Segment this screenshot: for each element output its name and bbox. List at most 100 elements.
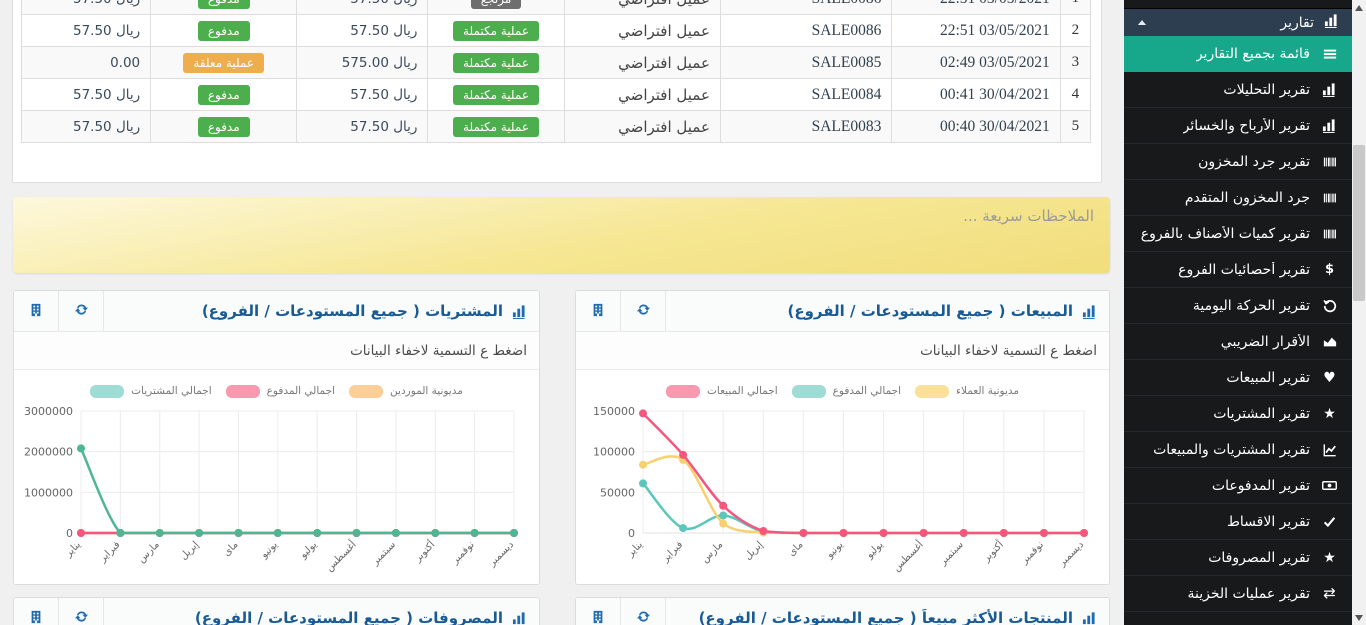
legend-item[interactable]: اجمالي المبيعات <box>666 385 778 398</box>
legend-label: اجمالي المدفوع <box>833 385 901 397</box>
table-cell-code: SALE0085 <box>720 47 891 79</box>
branches-button[interactable] <box>576 291 621 331</box>
svg-text:فبراير: فبراير <box>659 539 685 565</box>
chevron-up-icon <box>1137 19 1147 26</box>
legend-swatch <box>226 385 260 398</box>
sidebar-item-2[interactable]: تقرير الأرباح والخسائر <box>1124 108 1352 144</box>
svg-text:فبراير: فبراير <box>97 539 123 565</box>
svg-text:يوليو: يوليو <box>864 539 886 561</box>
svg-text:ديسمبر: ديسمبر <box>486 539 516 569</box>
reports-sidebar: تقارير قائمة بجميع التقاريرتقرير التحليل… <box>1124 0 1352 625</box>
table-cell-date: 00:41 30/04/2021 <box>892 79 1060 111</box>
sidebar-item-5[interactable]: تقرير كميات الأصناف بالفروع <box>1124 216 1352 252</box>
bar-chart-icon <box>1321 82 1338 97</box>
svg-text:يناير: يناير <box>625 539 646 560</box>
refresh-icon <box>74 609 89 625</box>
table-cell-pay: مدفوع <box>151 0 297 15</box>
history-icon <box>1321 299 1338 313</box>
sidebar-item-7[interactable]: تقرير الحركة اليومية <box>1124 288 1352 324</box>
top-products-panel: المنتجات الأكثر مبيعاً ( جميع المستودعات… <box>575 597 1110 625</box>
svg-text:مارس: مارس <box>136 539 162 565</box>
scrollbar-thumb[interactable] <box>1353 145 1365 301</box>
svg-text:ماى: ماى <box>786 539 805 558</box>
star-icon: ★ <box>1321 407 1338 421</box>
refresh-button[interactable] <box>621 598 666 625</box>
bar-chart-icon <box>1082 304 1097 319</box>
sidebar-item-label: تقرير المشتريات والمبيعات <box>1153 442 1310 458</box>
sidebar-item-15[interactable]: ⇄تقرير عمليات الخزينة <box>1124 576 1352 612</box>
sidebar-item-13[interactable]: تقرير الاقساط <box>1124 504 1352 540</box>
status-badge: مرتجع <box>471 0 522 9</box>
legend-item[interactable]: اجمالي المدفوع <box>226 385 335 398</box>
sidebar-item-label: تقرير جرد المخزون <box>1198 154 1310 170</box>
sidebar-item-0[interactable]: قائمة بجميع التقارير <box>1124 36 1352 72</box>
table-cell-paid: 0.00 <box>22 47 151 79</box>
svg-text:نوفمبر: نوفمبر <box>449 539 477 567</box>
sidebar-item-14[interactable]: ★تقرير المصروفات <box>1124 540 1352 576</box>
sidebar-item-label: تقرير المبيعات <box>1226 370 1310 386</box>
svg-text:سبتمبر: سبتمبر <box>369 539 398 568</box>
panel-header: المشتريات ( جميع المستودعات / الفروع) <box>14 291 539 332</box>
legend-item[interactable]: مديونية الموردين <box>349 385 463 398</box>
legend-item[interactable]: اجمالي المشتريات <box>90 385 212 398</box>
branches-button[interactable] <box>14 291 59 331</box>
sidebar-item-label: تقرير أحصائيات الفروع <box>1178 262 1310 278</box>
table-row[interactable]: 400:41 30/04/2021SALE0084عميل افتراضيعمل… <box>22 79 1091 111</box>
panel-header: المنتجات الأكثر مبيعاً ( جميع المستودعات… <box>576 598 1109 625</box>
sidebar-item-label: تقرير كميات الأصناف بالفروع <box>1141 226 1310 242</box>
table-cell-num: 2 <box>1060 15 1090 47</box>
legend-item[interactable]: مديونية العملاء <box>915 385 1019 398</box>
exchange-icon: ⇄ <box>1321 586 1338 601</box>
money-icon <box>1321 478 1338 493</box>
table-cell-paid: -57.50 ريال <box>22 0 151 15</box>
legend-swatch <box>349 385 383 398</box>
refresh-button[interactable] <box>59 291 104 331</box>
sidebar-item-label: تقرير الأرباح والخسائر <box>1183 118 1310 134</box>
sidebar-item-10[interactable]: ★تقرير المشتريات <box>1124 396 1352 432</box>
purchases-chart-panel: المشتريات ( جميع المستودعات / الفروع) اض… <box>13 290 540 585</box>
sidebar-item-9[interactable]: ♥تقرير المبيعات <box>1124 360 1352 396</box>
main-content: 122:51 03/05/2021SALE0086عميل افتراضيمرت… <box>0 0 1110 625</box>
sidebar-item-11[interactable]: تقرير المشتريات والمبيعات <box>1124 432 1352 468</box>
quick-notes-input[interactable] <box>13 197 1110 273</box>
recent-sales-panel: 122:51 03/05/2021SALE0086عميل افتراضيمرت… <box>12 0 1102 183</box>
refresh-button[interactable] <box>59 598 104 625</box>
table-cell-status: عملية مكتملة <box>428 79 564 111</box>
list-icon <box>1321 47 1338 61</box>
refresh-button[interactable] <box>621 291 666 331</box>
table-cell-code: SALE0086 <box>720 0 891 15</box>
sidebar-group-label: تقارير <box>1280 15 1314 31</box>
page-scrollbar[interactable] <box>1352 0 1366 625</box>
sidebar-item-4[interactable]: جرد المخزون المتقدم <box>1124 180 1352 216</box>
sidebar-item-1[interactable]: تقرير التحليلات <box>1124 72 1352 108</box>
svg-text:ديسمبر: ديسمبر <box>1056 539 1086 569</box>
table-row[interactable]: 302:49 03/05/2021SALE0085عميل افتراضيعمل… <box>22 47 1091 79</box>
purchases-line-chart: 0100000020000003000000ينايرفبرايرمارسإبر… <box>14 403 539 585</box>
refresh-icon <box>74 302 89 321</box>
scroll-down-arrow[interactable] <box>1352 610 1366 625</box>
sidebar-item-label: تقرير الحركة اليومية <box>1193 298 1310 314</box>
table-row[interactable]: 500:40 30/04/2021SALE0083عميل افتراضيعمل… <box>22 111 1091 143</box>
table-cell-paid: 57.50 ريال <box>22 15 151 47</box>
branches-button[interactable] <box>14 598 59 625</box>
legend-swatch <box>90 385 124 398</box>
svg-text:ماى: ماى <box>221 539 240 558</box>
sidebar-item-8[interactable]: الأقرار الضريبي <box>1124 324 1352 360</box>
sidebar-item-3[interactable]: تقرير جرد المخزون <box>1124 144 1352 180</box>
sidebar-group-reports[interactable]: تقارير <box>1124 9 1352 36</box>
table-row[interactable]: 122:51 03/05/2021SALE0086عميل افتراضيمرت… <box>22 0 1091 15</box>
check-icon <box>1321 515 1338 528</box>
sidebar-item-12[interactable]: تقرير المدفوعات <box>1124 468 1352 504</box>
sidebar-item-6[interactable]: $تقرير أحصائيات الفروع <box>1124 252 1352 288</box>
svg-text:50000: 50000 <box>600 486 635 499</box>
svg-text:مارس: مارس <box>700 539 726 565</box>
panel-header: المبيعات ( جميع المستودعات / الفروع) <box>576 291 1109 332</box>
table-row[interactable]: 222:51 03/05/2021SALE0086عميل افتراضيعمل… <box>22 15 1091 47</box>
legend-item[interactable]: اجمالي المدفوع <box>792 385 901 398</box>
barcode-icon <box>1321 227 1338 241</box>
table-cell-total: 57.50 ريال <box>297 15 428 47</box>
area-chart-icon <box>1321 335 1338 349</box>
building-icon <box>591 302 605 321</box>
branches-button[interactable] <box>576 598 621 625</box>
scroll-up-arrow[interactable] <box>1352 0 1366 15</box>
